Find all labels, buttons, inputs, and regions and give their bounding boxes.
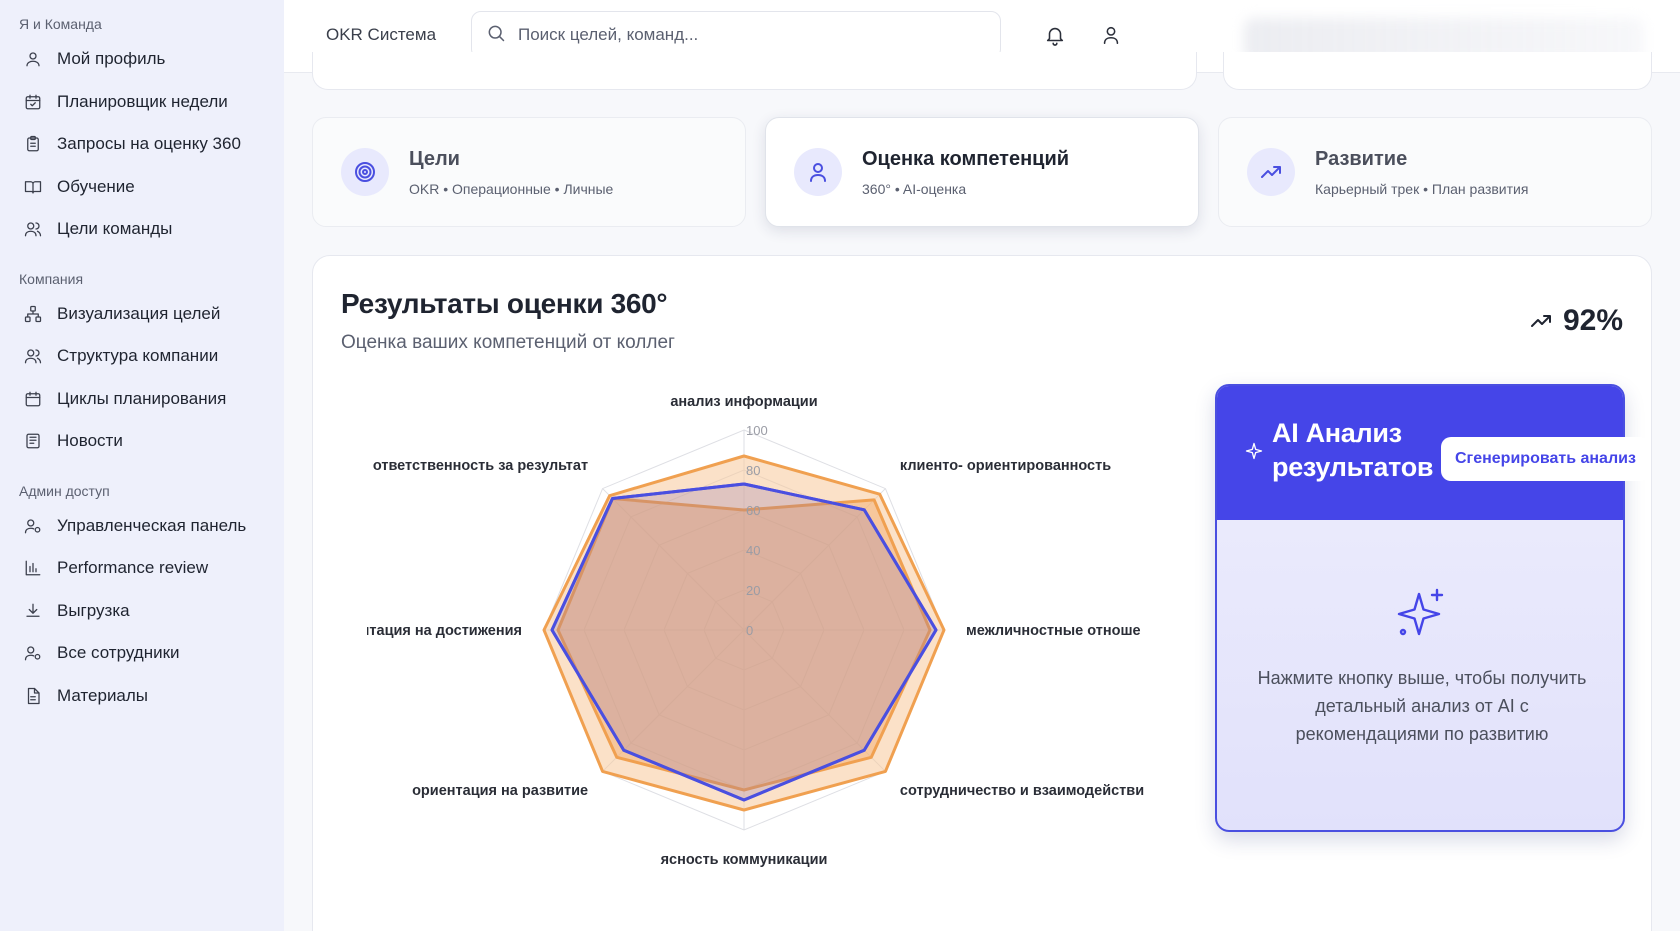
sidebar-item-export[interactable]: Выгрузка — [0, 590, 284, 633]
radar-axis-label: межличностные отноше — [966, 623, 1141, 639]
sidebar-item-label: Запросы на оценку 360 — [57, 134, 241, 154]
book-icon — [24, 178, 42, 196]
users-icon — [24, 220, 42, 238]
category-card-competencies[interactable]: Оценка компетенций 360° • AI-оценка — [765, 117, 1199, 227]
trending-up-icon — [1530, 315, 1551, 327]
category-title: Цели — [409, 147, 460, 170]
sidebar-section-title: Компания — [19, 270, 84, 287]
sidebar-item-label: Материалы — [57, 685, 149, 705]
category-title: Развитие — [1315, 147, 1408, 170]
ai-card-header: AI Анализ результатов Сгенерировать анал… — [1217, 386, 1650, 520]
sidebar-section-me-team: Я и Команда Мой профиль Планировщик неде… — [0, 16, 284, 251]
user-icon — [794, 148, 842, 196]
target-icon — [341, 148, 389, 196]
sidebar-item-label: Новости — [57, 431, 123, 451]
category-subtitle: OKR • Операционные • Личные — [409, 180, 614, 197]
sidebar-item-label: Обучение — [57, 176, 135, 196]
radar-tick-label: 0 — [746, 623, 753, 638]
clipboard-icon — [24, 135, 42, 153]
sidebar-item-learning[interactable]: Обучение — [0, 166, 284, 209]
sidebar-item-company-structure[interactable]: Структура компании — [0, 335, 284, 378]
sidebar-item-label: Performance review — [57, 558, 209, 578]
sparkle-icon — [1245, 442, 1263, 460]
sidebar-item-label: Визуализация целей — [57, 303, 221, 323]
sidebar-item-management-panel[interactable]: Управленческая панель — [0, 505, 284, 548]
category-title: Оценка компетенций — [862, 147, 1070, 170]
sidebar-section-company: Компания Визуализация целей Структура ко… — [0, 271, 284, 463]
sidebar: Я и Команда Мой профиль Планировщик неде… — [0, 0, 284, 931]
radar-axis-label: сотрудничество и взаимодействи — [900, 783, 1144, 799]
radar-tick-label: 100 — [746, 423, 768, 438]
calendar-icon — [24, 390, 42, 408]
category-card-development[interactable]: Развитие Карьерный трек • План развития — [1218, 117, 1652, 227]
radar-axis-label: ответственность за результат — [373, 458, 588, 474]
category-subtitle: 360° • AI-оценка — [862, 180, 967, 197]
radar-chart: 0 20 40 60 80 100 анализ информации клиенто- ор… — [367, 396, 1144, 868]
sidebar-item-team-goals[interactable]: Цели команды — [0, 208, 284, 251]
radar-tick-label: 80 — [746, 463, 760, 478]
sidebar-item-label: Все сотрудники — [57, 643, 180, 663]
sidebar-item-label: Мой профиль — [57, 49, 166, 69]
search-input[interactable] — [518, 25, 978, 45]
sidebar-item-planning-cycles[interactable]: Циклы планирования — [0, 378, 284, 421]
user-cog-icon — [24, 517, 42, 535]
ai-hint-text: Нажмите кнопку выше, чтобы получить дета… — [1257, 668, 1587, 744]
sidebar-item-label: Структура компании — [57, 346, 219, 366]
radar-axis-label: ориентация на развитие — [412, 783, 588, 799]
bell-icon[interactable] — [1044, 24, 1066, 46]
score-value: 92% — [1562, 304, 1623, 337]
overall-score: 92% — [1529, 304, 1623, 338]
sidebar-item-performance-review[interactable]: Performance review — [0, 547, 284, 590]
radar-axis-label: анализ информации — [670, 396, 817, 410]
sidebar-item-360-requests[interactable]: Запросы на оценку 360 — [0, 123, 284, 166]
sidebar-section-title: Я и Команда — [19, 16, 102, 32]
file-text-icon — [24, 687, 42, 705]
sidebar-section-admin: Админ доступ Управленческая панель Perfo… — [0, 483, 284, 718]
sidebar-item-label: Цели команды — [57, 219, 173, 239]
download-icon — [24, 602, 42, 620]
sidebar-item-materials[interactable]: Материалы — [0, 675, 284, 718]
sidebar-item-all-employees[interactable]: Все сотрудники — [0, 632, 284, 675]
bar-chart-icon — [24, 559, 42, 577]
previous-card — [312, 52, 1197, 90]
generate-analysis-button[interactable]: Сгенерировать анализ — [1441, 437, 1650, 481]
sidebar-item-goal-visualization[interactable]: Визуализация целей — [0, 293, 284, 336]
sidebar-section-title: Админ доступ — [19, 482, 110, 499]
search-icon — [486, 23, 506, 48]
sidebar-item-my-profile[interactable]: Мой профиль — [0, 38, 284, 81]
sidebar-item-week-planner[interactable]: Планировщик недели — [0, 81, 284, 124]
user-icon[interactable] — [1100, 24, 1122, 46]
results-panel: Результаты оценки 360° Оценка ваших комп… — [312, 255, 1652, 931]
ai-card-title: AI Анализ результатов — [1272, 418, 1434, 482]
sidebar-item-label: Управленческая панель — [57, 515, 247, 535]
sidebar-item-label: Циклы планирования — [57, 388, 227, 408]
user-icon — [24, 50, 42, 68]
sidebar-item-label: Выгрузка — [57, 600, 130, 620]
ai-analysis-card: AI Анализ результатов Сгенерировать анал… — [1215, 384, 1650, 832]
radar-axis-label: клиенто- ориентированность — [900, 458, 1111, 474]
previous-card — [1223, 52, 1652, 90]
results-title: Результаты оценки 360° — [341, 288, 668, 319]
trending-up-icon — [1247, 148, 1295, 196]
radar-axis-label: ясность коммуникации — [661, 852, 828, 868]
network-icon — [24, 305, 42, 323]
radar-tick-label: 20 — [746, 583, 760, 598]
app-brand[interactable]: OKR Система — [326, 25, 436, 45]
newspaper-icon — [24, 432, 42, 450]
sidebar-item-label: Планировщик недели — [57, 91, 228, 111]
radar-axis-label: иентация на достижения — [367, 623, 522, 639]
radar-tick-label: 60 — [746, 503, 760, 518]
calendar-check-icon — [24, 93, 42, 111]
category-subtitle: Карьерный трек • План развития — [1315, 180, 1529, 197]
user-cog-icon — [24, 644, 42, 662]
users-icon — [24, 347, 42, 365]
category-card-goals[interactable]: Цели OKR • Операционные • Личные — [312, 117, 746, 227]
sparkles-icon — [1393, 586, 1449, 642]
sidebar-item-news[interactable]: Новости — [0, 420, 284, 463]
results-subtitle: Оценка ваших компетенций от коллег — [341, 332, 675, 353]
radar-tick-label: 40 — [746, 543, 760, 558]
